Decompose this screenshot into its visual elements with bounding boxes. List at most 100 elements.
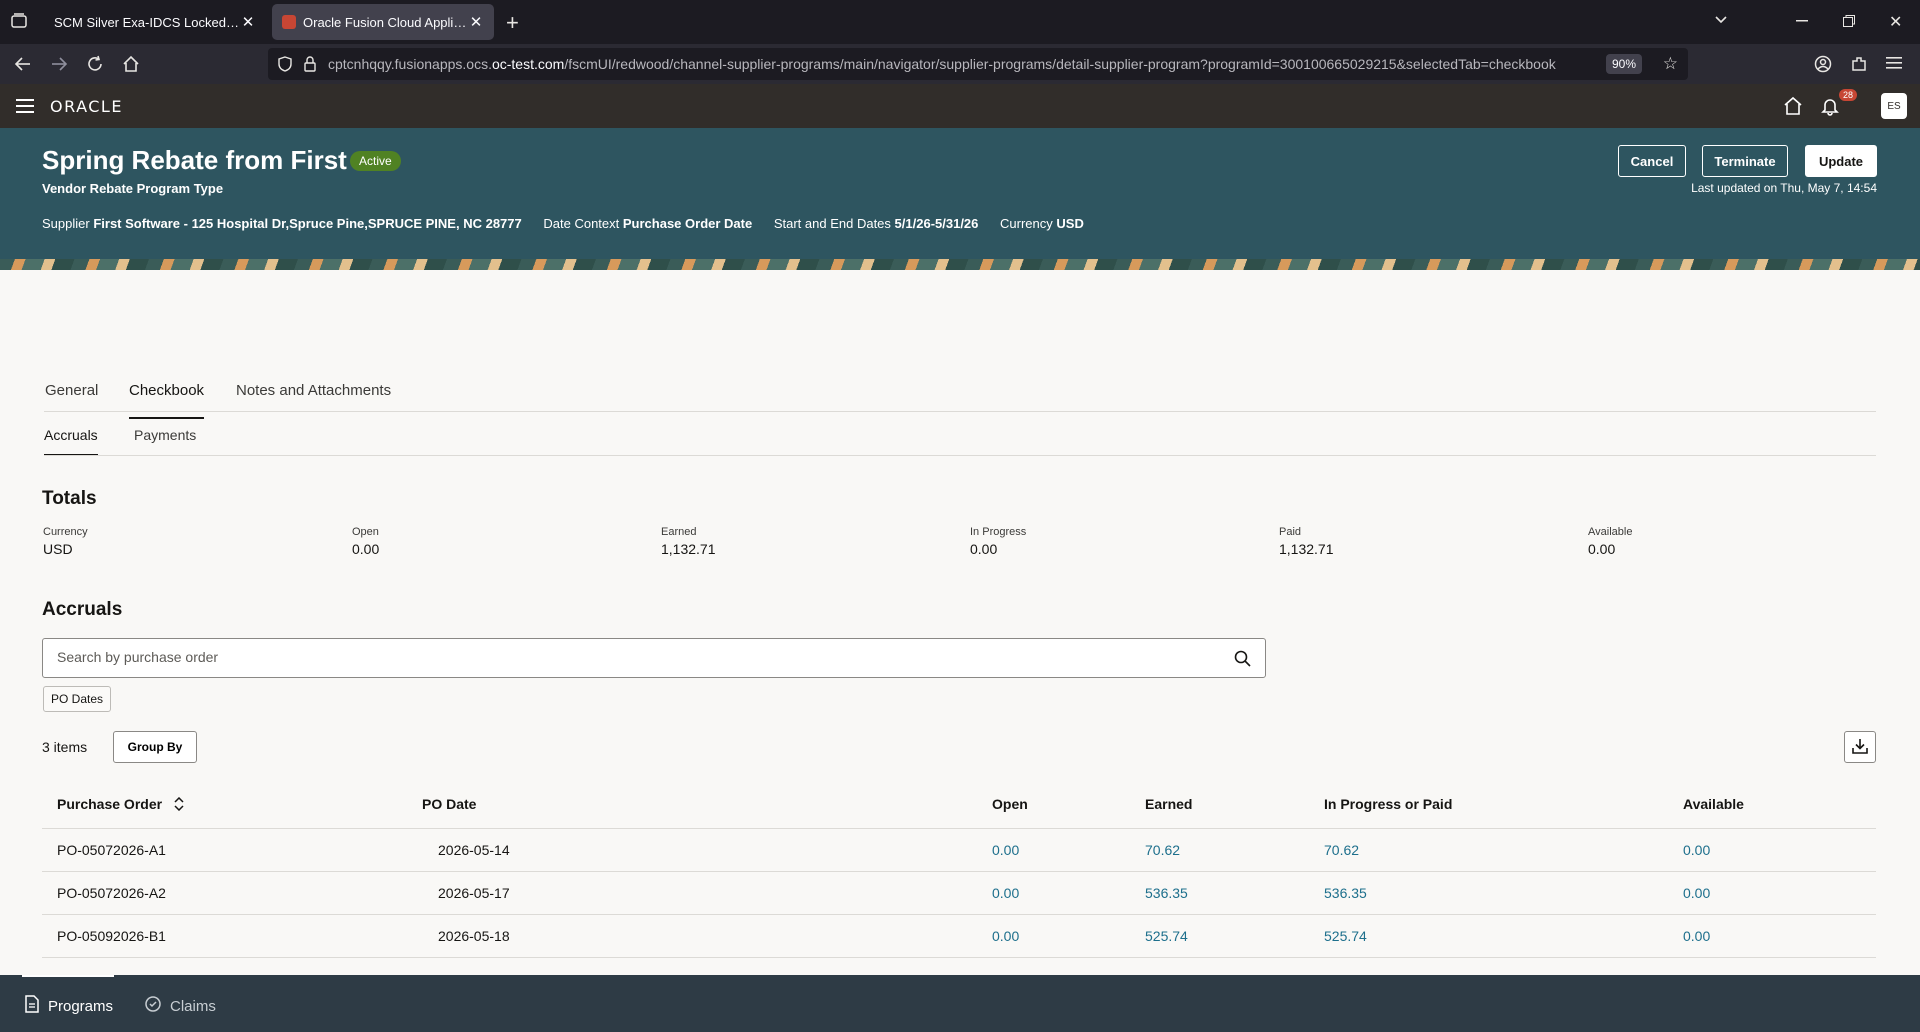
tab-list-icon[interactable] <box>10 12 28 30</box>
browser-tab-oracle[interactable]: Oracle Fusion Cloud Applications ✕ <box>272 4 494 40</box>
download-button[interactable] <box>1844 731 1876 763</box>
bottom-navigation: Programs Claims <box>0 975 1920 1032</box>
tab-title: Oracle Fusion Cloud Applications <box>303 14 468 30</box>
browser-tab-bar: SCM Silver Exa-IDCS Locked Opt-In ✕ Orac… <box>0 0 1920 44</box>
cell-paid-link[interactable]: 525.74 <box>1324 928 1367 944</box>
column-header-purchase-order[interactable]: Purchase Order <box>57 796 184 814</box>
nav-claims-label: Claims <box>170 997 216 1015</box>
cell-open-link[interactable]: 0.00 <box>992 842 1019 858</box>
oracle-favicon-icon <box>282 15 296 29</box>
search-input[interactable] <box>57 649 1207 665</box>
back-icon[interactable] <box>14 55 32 73</box>
close-window-icon[interactable]: ✕ <box>1889 12 1902 32</box>
cell-open-link[interactable]: 0.00 <box>992 885 1019 901</box>
shield-icon[interactable] <box>278 56 292 77</box>
column-header-open[interactable]: Open <box>992 796 1028 812</box>
group-by-button[interactable]: Group By <box>113 731 197 763</box>
column-header-available[interactable]: Available <box>1683 796 1744 812</box>
browser-nav-bar: cptcnhqqy.fusionapps.ocs.oc-test.com/fsc… <box>0 44 1920 84</box>
cancel-button[interactable]: Cancel <box>1618 145 1686 177</box>
nav-programs[interactable]: Programs <box>24 995 113 1017</box>
menu-icon[interactable] <box>1886 56 1902 70</box>
new-tab-icon[interactable]: + <box>506 10 519 36</box>
forward-icon[interactable] <box>50 55 68 73</box>
notification-count-badge: 28 <box>1839 89 1858 101</box>
home-icon[interactable] <box>122 55 140 73</box>
supplier-label: Supplier <box>42 216 90 231</box>
nav-programs-label: Programs <box>48 997 114 1015</box>
hamburger-menu-icon[interactable] <box>16 99 34 118</box>
column-header-po-date[interactable]: PO Date <box>422 796 476 812</box>
totals-open-label: Open <box>352 526 379 538</box>
status-badge: Active <box>350 151 401 171</box>
search-icon[interactable] <box>1234 650 1251 672</box>
oracle-logo[interactable]: ORACLE <box>50 97 123 116</box>
column-header-inprogress-paid[interactable]: In Progress or Paid <box>1324 796 1452 812</box>
header-divider <box>42 828 1876 829</box>
account-icon[interactable] <box>1814 55 1832 73</box>
download-icon <box>1851 737 1869 758</box>
user-avatar[interactable]: ES <box>1881 93 1907 119</box>
totals-currency-label: Currency <box>43 526 88 538</box>
extensions-icon[interactable] <box>1850 55 1868 73</box>
cell-available-link[interactable]: 0.00 <box>1683 928 1710 944</box>
row-divider <box>42 871 1876 872</box>
last-updated: Last updated on Thu, May 7, 14:54 <box>1691 181 1877 195</box>
restore-icon[interactable] <box>1843 15 1855 27</box>
terminate-button[interactable]: Terminate <box>1702 145 1788 177</box>
cell-paid-link[interactable]: 536.35 <box>1324 885 1367 901</box>
cell-available-link[interactable]: 0.00 <box>1683 885 1710 901</box>
search-field[interactable] <box>42 638 1266 678</box>
update-button[interactable]: Update <box>1805 145 1877 177</box>
star-icon[interactable]: ☆ <box>1663 54 1678 74</box>
tab-payments[interactable]: Payments <box>134 427 196 456</box>
cell-po-date: 2026-05-17 <box>438 885 510 901</box>
supplier-value: First Software - 125 Hospital Dr,Spruce … <box>93 216 522 231</box>
browser-tab-scm[interactable]: SCM Silver Exa-IDCS Locked Opt-In ✕ <box>44 4 266 40</box>
url-text: cptcnhqqy.fusionapps.ocs.oc-test.com/fsc… <box>328 56 1556 72</box>
po-dates-filter-chip[interactable]: PO Dates <box>43 686 112 712</box>
close-tab-icon[interactable]: ✕ <box>240 13 256 31</box>
zoom-level[interactable]: 90% <box>1605 54 1642 74</box>
lock-icon[interactable] <box>304 56 316 77</box>
cell-po: PO-05072026-A2 <box>57 885 166 901</box>
cell-available-link[interactable]: 0.00 <box>1683 842 1710 858</box>
address-bar[interactable]: cptcnhqqy.fusionapps.ocs.oc-test.com/fsc… <box>268 48 1688 80</box>
bell-icon[interactable] <box>1820 96 1840 121</box>
cell-po-date: 2026-05-14 <box>438 842 510 858</box>
cell-po: PO-05092026-B1 <box>57 928 166 944</box>
cell-earned-link[interactable]: 525.74 <box>1145 928 1188 944</box>
tab-notes-attachments[interactable]: Notes and Attachments <box>236 382 391 419</box>
document-icon <box>24 995 40 1017</box>
decorative-banner <box>0 259 1920 270</box>
column-header-earned[interactable]: Earned <box>1145 796 1192 812</box>
column-label: Purchase Order <box>57 796 163 812</box>
nav-claims[interactable]: Claims <box>144 995 216 1017</box>
tab-general[interactable]: General <box>45 382 98 419</box>
program-meta: Supplier First Software - 125 Hospital D… <box>42 216 1084 231</box>
cell-earned-link[interactable]: 536.35 <box>1145 885 1188 901</box>
row-divider <box>42 957 1876 958</box>
tab-title: SCM Silver Exa-IDCS Locked Opt-In <box>54 14 240 30</box>
cell-earned-link[interactable]: 70.62 <box>1145 842 1180 858</box>
close-tab-icon[interactable]: ✕ <box>468 13 484 31</box>
reload-icon[interactable] <box>86 55 104 73</box>
cell-open-link[interactable]: 0.00 <box>992 928 1019 944</box>
home-icon[interactable] <box>1783 96 1803 121</box>
sort-icon[interactable] <box>174 796 184 814</box>
program-type: Vendor Rebate Program Type <box>42 181 224 196</box>
active-indicator <box>22 975 114 977</box>
program-title: Spring Rebate from First <box>42 145 347 175</box>
tab-accruals[interactable]: Accruals <box>44 427 98 456</box>
totals-available-value: 0.00 <box>1588 541 1616 557</box>
cell-paid-link[interactable]: 70.62 <box>1324 842 1359 858</box>
row-divider <box>42 914 1876 915</box>
oracle-header: ORACLE 28 ES <box>0 84 1920 128</box>
url-prefix: cptcnhqqy.fusionapps.ocs. <box>328 56 492 72</box>
tab-checkbook[interactable]: Checkbook <box>129 382 205 419</box>
tabs-divider <box>44 411 1876 412</box>
chevron-down-icon[interactable] <box>1713 12 1729 28</box>
minimize-icon[interactable] <box>1796 20 1808 22</box>
url-path: /fscmUI/redwood/channel-supplier-program… <box>564 56 1556 72</box>
totals-open-value: 0.00 <box>352 541 380 557</box>
